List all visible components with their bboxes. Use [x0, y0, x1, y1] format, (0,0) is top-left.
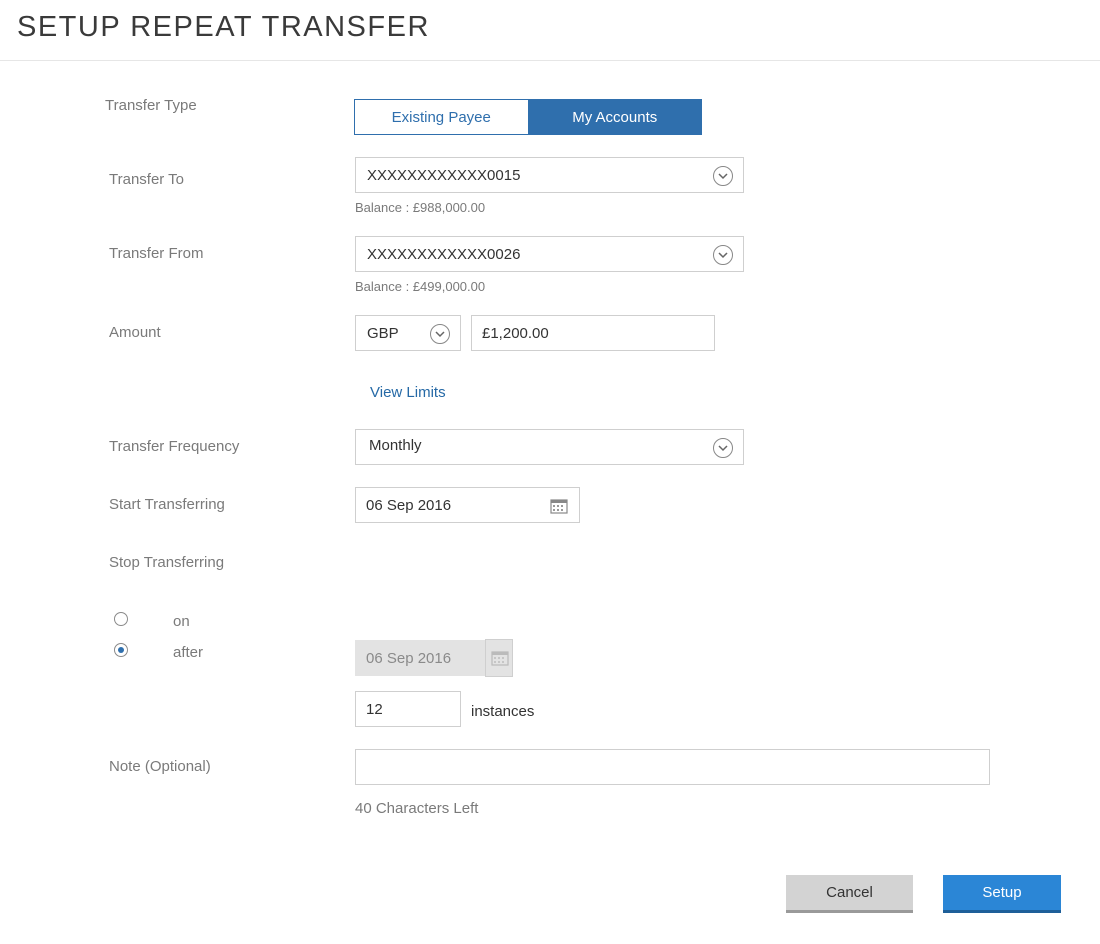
transfer-to-value: XXXXXXXXXXXX0015: [367, 166, 521, 184]
page-header: SETUP REPEAT TRANSFER: [0, 0, 1100, 61]
stop-transferring-label: Stop Transferring: [109, 554, 225, 571]
calendar-icon: [491, 651, 509, 666]
transfer-from-label: Transfer From: [109, 245, 204, 262]
start-transferring-label: Start Transferring: [109, 496, 225, 513]
transfer-to-select[interactable]: XXXXXXXXXXXX0015: [355, 157, 744, 193]
transfer-frequency-value: Monthly: [369, 436, 422, 454]
currency-select[interactable]: GBP: [355, 315, 461, 351]
page-title: SETUP REPEAT TRANSFER: [17, 11, 430, 43]
transfer-to-balance: Balance : £988,000.00: [355, 200, 486, 215]
setup-button[interactable]: Setup: [943, 875, 1061, 913]
stop-after-label: after: [173, 644, 204, 661]
stop-date-calendar-button: [485, 639, 513, 677]
existing-payee-toggle-button[interactable]: Existing Payee: [355, 100, 529, 134]
currency-value: GBP: [367, 324, 399, 342]
radio-selected-dot: [118, 647, 124, 653]
chevron-down-icon: [430, 324, 450, 344]
amount-input[interactable]: £1,200.00: [471, 315, 715, 351]
transfer-type-toggle: Existing Payee My Accounts: [354, 99, 702, 135]
amount-value: £1,200.00: [482, 324, 549, 342]
transfer-frequency-label: Transfer Frequency: [109, 438, 240, 455]
transfer-from-balance: Balance : £499,000.00: [355, 279, 486, 294]
characters-left-text: 40 Characters Left: [355, 800, 479, 817]
my-accounts-toggle-button[interactable]: My Accounts: [528, 100, 701, 134]
chevron-down-icon: [713, 438, 733, 458]
cancel-button[interactable]: Cancel: [786, 875, 913, 913]
start-date-value: 06 Sep 2016: [366, 496, 452, 514]
transfer-to-label: Transfer To: [109, 171, 185, 188]
stop-on-radio[interactable]: [114, 612, 128, 626]
calendar-icon[interactable]: [550, 498, 568, 518]
note-input[interactable]: [355, 749, 990, 785]
amount-label: Amount: [109, 324, 161, 341]
view-limits-link[interactable]: View Limits: [370, 384, 446, 401]
stop-date-input: 06 Sep 2016: [355, 640, 485, 676]
instances-label: instances: [471, 703, 535, 720]
instances-value: 12: [366, 700, 383, 718]
transfer-frequency-select[interactable]: Monthly: [355, 429, 744, 465]
start-date-input[interactable]: 06 Sep 2016: [355, 487, 580, 523]
transfer-type-label: Transfer Type: [105, 97, 197, 114]
stop-on-label: on: [173, 613, 190, 630]
chevron-down-icon: [713, 245, 733, 265]
stop-date-value: 06 Sep 2016: [366, 649, 452, 667]
transfer-from-select[interactable]: XXXXXXXXXXXX0026: [355, 236, 744, 272]
transfer-from-value: XXXXXXXXXXXX0026: [367, 245, 521, 263]
chevron-down-icon: [713, 166, 733, 186]
stop-after-radio[interactable]: [114, 643, 128, 657]
instances-input[interactable]: 12: [355, 691, 461, 727]
note-label: Note (Optional): [109, 758, 211, 775]
